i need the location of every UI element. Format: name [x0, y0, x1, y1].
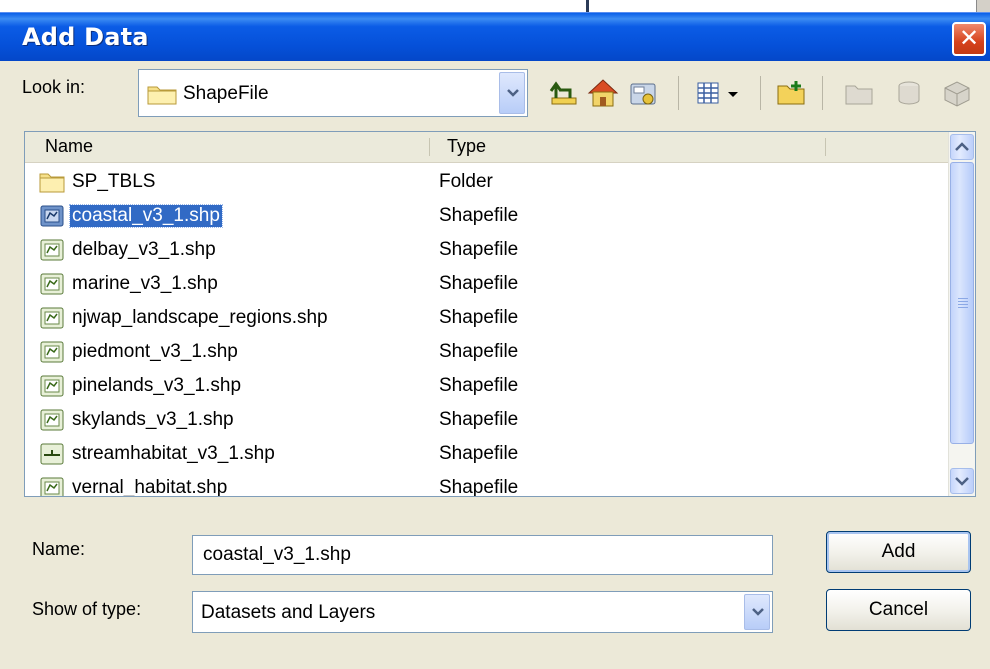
look-in-label: Look in:	[22, 77, 86, 97]
file-name: pinelands_v3_1.shp	[72, 375, 242, 396]
polygon-shapefile-icon	[39, 409, 65, 431]
list-item[interactable]: streamhabitat_v3_1.shp Shapefile	[25, 437, 951, 471]
polygon-shapefile-icon	[39, 273, 65, 295]
list-item[interactable]: skylands_v3_1.shp Shapefile	[25, 403, 951, 437]
scroll-grip	[958, 307, 968, 308]
file-name: piedmont_v3_1.shp	[72, 341, 238, 362]
show-of-type-label: Show of type:	[32, 599, 142, 619]
polygon-shapefile-icon	[39, 205, 65, 227]
chevron-down-icon	[507, 89, 519, 97]
list-item[interactable]: coastal_v3_1.shp Shapefile	[25, 199, 951, 233]
disabled-folder-icon	[845, 85, 873, 105]
home-icon[interactable]	[586, 76, 620, 110]
file-name: skylands_v3_1.shp	[72, 409, 234, 430]
look-in-combo[interactable]: ShapeFile	[138, 69, 528, 117]
list-item[interactable]: delbay_v3_1.shp Shapefile	[25, 233, 951, 267]
background-scrollbar	[976, 0, 990, 12]
scroll-thumb[interactable]	[950, 162, 974, 444]
file-name: marine_v3_1.shp	[72, 273, 218, 294]
file-type: Shapefile	[439, 477, 519, 497]
polygon-shapefile-icon	[39, 307, 65, 329]
file-name: streamhabitat_v3_1.shp	[72, 443, 275, 464]
up-one-level-icon[interactable]	[546, 76, 580, 110]
list-item[interactable]: SP_TBLS Folder	[25, 165, 951, 199]
scroll-up-button[interactable]	[950, 134, 974, 160]
cancel-button[interactable]: Cancel	[826, 589, 971, 631]
scroll-grip	[958, 304, 968, 305]
title-bar[interactable]: Add Data ✕	[0, 12, 990, 61]
view-options-icon[interactable]	[692, 76, 726, 110]
dialog-title: Add Data	[22, 23, 149, 51]
list-item[interactable]: njwap_landscape_regions.shp Shapefile	[25, 301, 951, 335]
file-type: Shapefile	[439, 239, 519, 260]
folder-icon	[147, 86, 177, 105]
file-name: vernal_habitat.shp	[72, 477, 228, 497]
show-of-type-value: Datasets and Layers	[201, 602, 376, 623]
chevron-down-icon	[752, 608, 764, 616]
list-item[interactable]: vernal_habitat.shp Shapefile	[25, 471, 951, 497]
file-name: SP_TBLS	[72, 171, 156, 192]
file-type: Shapefile	[439, 375, 519, 396]
close-button[interactable]: ✕	[952, 22, 986, 56]
chevron-down-icon	[955, 477, 969, 486]
toolbar-separator	[760, 76, 761, 110]
new-folder-icon[interactable]	[774, 76, 808, 110]
file-type: Shapefile	[439, 409, 519, 430]
connect-folder-icon[interactable]	[626, 76, 660, 110]
file-type: Shapefile	[439, 341, 519, 362]
scroll-grip	[958, 298, 968, 299]
file-list[interactable]: Name Type SP_TBLS Folder coastal_v3_1.shp S…	[24, 131, 976, 497]
polygon-shapefile-icon	[39, 477, 65, 496]
list-item[interactable]: pinelands_v3_1.shp Shapefile	[25, 369, 951, 403]
column-header-type[interactable]: Type	[447, 136, 486, 157]
file-type: Folder	[439, 171, 493, 192]
file-type: Shapefile	[439, 443, 519, 464]
line-shapefile-icon	[39, 443, 65, 465]
file-name: coastal_v3_1.shp	[69, 204, 223, 228]
toolbar-separator	[822, 76, 823, 110]
vertical-scrollbar[interactable]	[948, 132, 975, 496]
look-in-value: ShapeFile	[183, 83, 269, 104]
chevron-up-icon	[955, 142, 969, 151]
file-name: njwap_landscape_regions.shp	[72, 307, 328, 328]
polygon-shapefile-icon	[39, 375, 65, 397]
show-of-type-dropdown-button[interactable]	[744, 594, 770, 630]
background-window	[0, 0, 990, 12]
column-divider[interactable]	[825, 138, 826, 156]
list-header: Name Type	[25, 132, 951, 163]
list-item[interactable]: piedmont_v3_1.shp Shapefile	[25, 335, 951, 369]
file-type: Shapefile	[439, 273, 519, 294]
polygon-shapefile-icon	[39, 341, 65, 363]
show-of-type-combo[interactable]: Datasets and Layers	[192, 591, 773, 633]
folder-icon	[39, 171, 65, 193]
close-icon: ✕	[958, 25, 980, 52]
list-item[interactable]: marine_v3_1.shp Shapefile	[25, 267, 951, 301]
file-type: Shapefile	[439, 205, 519, 226]
disabled-table-icon	[944, 81, 970, 107]
polygon-shapefile-icon	[39, 239, 65, 261]
disabled-database-icon	[898, 81, 920, 105]
chevron-down-icon[interactable]	[722, 76, 744, 110]
file-name: delbay_v3_1.shp	[72, 239, 216, 260]
look-in-dropdown-button[interactable]	[499, 72, 525, 114]
name-input[interactable]	[192, 535, 773, 575]
background-divider	[586, 0, 589, 12]
toolbar-separator	[678, 76, 679, 110]
scroll-down-button[interactable]	[950, 468, 974, 494]
column-divider[interactable]	[429, 138, 430, 156]
add-button[interactable]: Add	[826, 531, 971, 573]
name-label: Name:	[32, 539, 86, 559]
column-header-name[interactable]: Name	[45, 136, 93, 157]
scroll-grip	[958, 301, 968, 302]
file-type: Shapefile	[439, 307, 519, 328]
